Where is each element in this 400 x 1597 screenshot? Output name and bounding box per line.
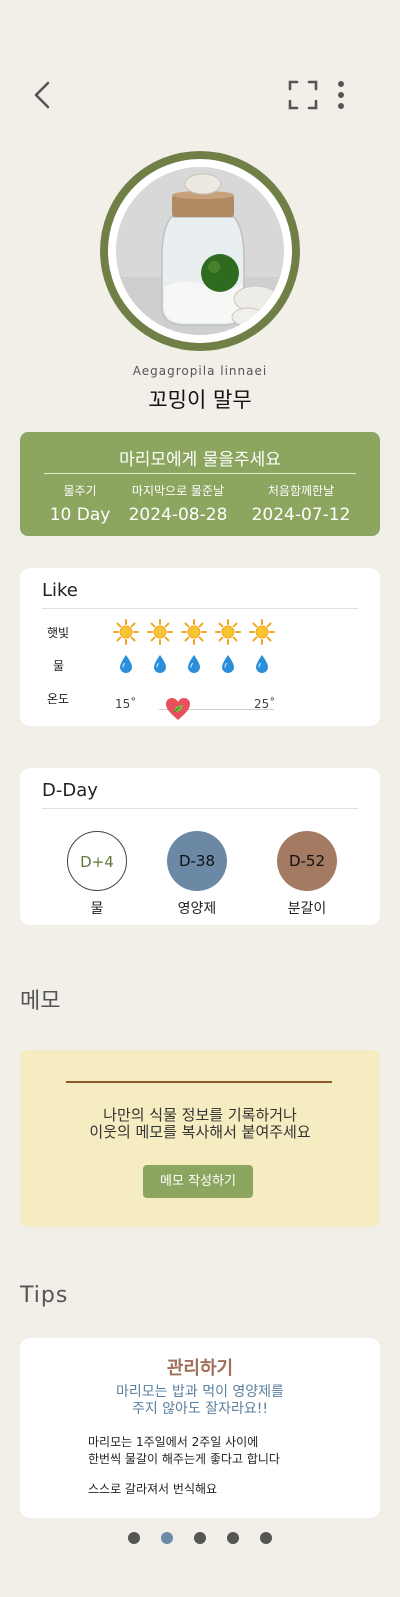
water-reminder-card[interactable]: 마리모에게 물을주세요 물주기 10 Day 마지막으로 물준날 2024-08…	[20, 432, 380, 536]
divider	[44, 473, 356, 474]
tips-pagination	[0, 1532, 400, 1546]
plant-photo-ring	[100, 151, 300, 351]
water-drop-icon	[120, 655, 132, 673]
water-reminder-title: 마리모에게 물을주세요	[119, 450, 281, 470]
dday-water-label: 물	[90, 901, 104, 917]
last-watered-value: 2024-08-28	[128, 505, 228, 525]
memo-divider	[66, 1081, 332, 1083]
tips-body-line2: 한번씩 물갈이 해주는게 좋다고 합니다	[88, 1452, 280, 1466]
divider	[42, 608, 358, 609]
heart-leaf-icon	[166, 698, 190, 720]
sun-icon	[215, 619, 241, 645]
last-watered-label: 마지막으로 물준날	[131, 484, 225, 498]
water-interval-value: 10 Day	[49, 505, 111, 525]
tips-section-title: Tips	[20, 1283, 69, 1308]
sun-icon	[181, 619, 207, 645]
dday-card: D-Day D+4 물 D-38 영양제 D-52 분갈이	[20, 768, 380, 925]
more-vertical-icon	[338, 81, 344, 109]
like-title: Like	[42, 580, 78, 601]
dday-nutrient-label: 영양제	[177, 901, 217, 917]
memo-text-line2: 이웃의 메모를 복사해서 붙여주세요	[89, 1123, 311, 1141]
temperature-label: 온도	[47, 692, 70, 706]
tips-body-1: 마리모는 1주일에서 2주일 사이에 한번씩 물갈이 해주는게 좋다고 합니다	[88, 1434, 280, 1468]
marimo-jar-image	[116, 167, 284, 335]
first-day: 처음함께한날 2024-07-12	[246, 482, 356, 525]
sun-icon	[147, 619, 173, 645]
pagination-dot[interactable]	[260, 1532, 272, 1544]
plant-nickname: 꼬밍이 말무	[148, 388, 252, 412]
like-card: Like 햇빛 물 온도 15˚ 25˚	[20, 568, 380, 726]
expand-button[interactable]	[288, 80, 318, 110]
write-memo-button[interactable]: 메모 작성하기	[143, 1165, 253, 1198]
dday-repot-label: 분갈이	[287, 901, 327, 917]
dday-water-badge[interactable]: D+4	[67, 831, 127, 891]
memo-text-line1: 나만의 식물 정보를 기록하거나	[103, 1106, 297, 1124]
tips-body-line1: 마리모는 1주일에서 2주일 사이에	[88, 1435, 259, 1449]
memo-placeholder-text: 나만의 식물 정보를 기록하거나 이웃의 메모를 복사해서 붙여주세요	[20, 1107, 380, 1141]
sun-icon	[113, 619, 139, 645]
back-icon	[34, 81, 50, 109]
tips-subtitle-line2: 주지 않아도 잘자라요!!	[131, 1401, 269, 1417]
first-day-label: 처음함께한날	[267, 484, 335, 498]
pagination-dot[interactable]	[194, 1532, 206, 1544]
top-bar	[0, 78, 400, 114]
memo-section-title: 메모	[20, 989, 61, 1014]
water-interval-label: 물주기	[63, 484, 97, 498]
memo-card: 나만의 식물 정보를 기록하거나 이웃의 메모를 복사해서 붙여주세요 메모 작…	[20, 1050, 380, 1227]
dday-title: D-Day	[42, 780, 98, 801]
dday-repot-badge[interactable]: D-52	[277, 831, 337, 891]
sun-icon	[249, 619, 275, 645]
water-drop-icon	[188, 655, 200, 673]
first-day-value: 2024-07-12	[251, 505, 351, 525]
tips-subtitle: 마리모는 밥과 먹이 영양제를 주지 않아도 잘자라요!!	[20, 1384, 380, 1418]
temp-min: 15˚	[115, 697, 137, 711]
water-drop-icon	[256, 655, 268, 673]
expand-icon	[288, 80, 318, 110]
dday-nutrient-badge[interactable]: D-38	[167, 831, 227, 891]
temp-max: 25˚	[254, 697, 276, 711]
pagination-dot[interactable]	[227, 1532, 239, 1544]
water-interval: 물주기 10 Day	[40, 482, 120, 525]
sunlight-label: 햇빛	[47, 626, 70, 640]
water-drop-icon	[154, 655, 166, 673]
scientific-name: Aegagropila linnaei	[132, 364, 268, 378]
tips-card-title: 관리하기	[166, 1358, 234, 1379]
plant-photo[interactable]	[116, 167, 284, 335]
more-options-button[interactable]	[334, 78, 354, 112]
tips-card[interactable]: 관리하기 마리모는 밥과 먹이 영양제를 주지 않아도 잘자라요!! 마리모는 …	[20, 1338, 380, 1518]
divider	[42, 808, 358, 809]
tips-subtitle-line1: 마리모는 밥과 먹이 영양제를	[116, 1384, 284, 1400]
tips-body-line3: 스스로 갈라져서 번식해요	[88, 1482, 218, 1496]
water-drop-icon	[222, 655, 234, 673]
last-watered: 마지막으로 물준날 2024-08-28	[122, 482, 234, 525]
pagination-dot[interactable]	[161, 1532, 173, 1544]
pagination-dot[interactable]	[128, 1532, 140, 1544]
back-button[interactable]	[28, 78, 58, 112]
water-label: 물	[53, 659, 65, 673]
